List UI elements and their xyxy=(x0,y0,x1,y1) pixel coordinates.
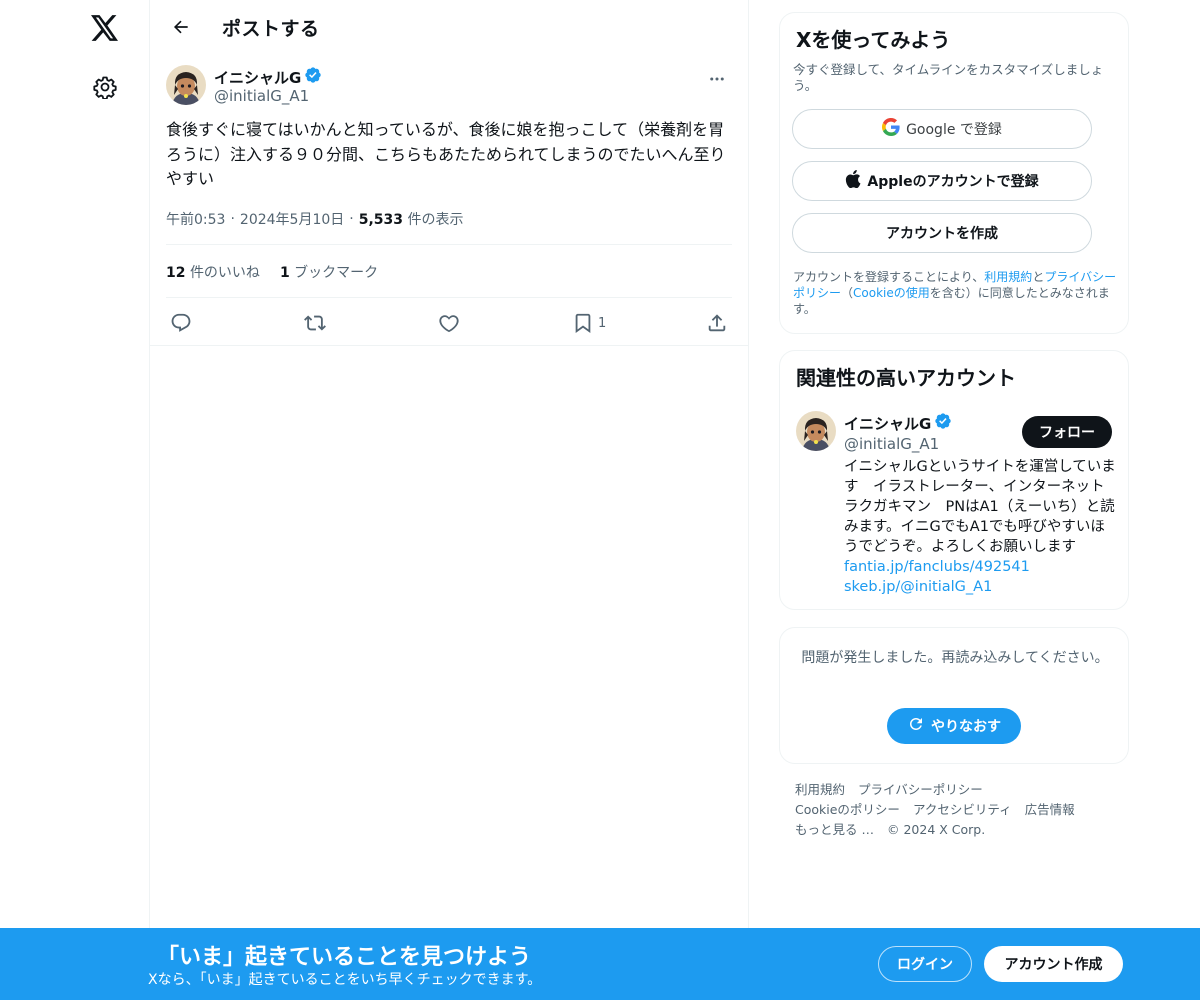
apple-icon xyxy=(845,170,861,192)
footer-copyright: © 2024 X Corp. xyxy=(886,822,986,837)
views-label: 件の表示 xyxy=(407,212,464,228)
bottom-bar-subtitle: Xなら、「いま」起きていることをいち早くチェックできます。 xyxy=(148,972,542,988)
post-meta: 午前0:53 · 2024年5月10日 · 5,533 件の表示 xyxy=(166,209,463,229)
post-text: 食後すぐに寝てはいかんと知っているが、食後に娘を抱っこして（栄養剤を胃ろうに）注… xyxy=(166,120,726,188)
signup-card-subtitle: 今すぐ登録して、タイムラインをカスタマイズしましょう。 xyxy=(793,62,1104,93)
create-account-label: アカウントを作成 xyxy=(886,226,998,242)
bio-text: イニシャルGというサイトを運営しています イラストレーター、インターネットラクガ… xyxy=(844,459,1116,555)
author-handle[interactable]: @initialG_A1 xyxy=(214,87,309,105)
retry-button[interactable]: やりなおす xyxy=(887,708,1021,744)
divider xyxy=(166,297,732,298)
likes-stat[interactable]: 12 件のいいね xyxy=(166,262,260,282)
related-accounts-card: 関連性の高いアカウント イニシャルG @initialG_A1 フォロー イニシ… xyxy=(779,350,1129,610)
post-actions: 1 xyxy=(166,306,732,340)
post: イニシャルG @initialG_A1 食後すぐに寝てはいかんと知っているが、食… xyxy=(150,54,748,346)
bookmarks-label: ブックマーク xyxy=(294,265,379,281)
reply-icon[interactable] xyxy=(170,306,192,340)
x-logo-icon[interactable] xyxy=(84,7,126,49)
bottom-bar-title: 「いま」起きていることを見つけよう xyxy=(157,945,532,970)
divider xyxy=(166,244,732,245)
footer-links: 利用規約 プライバシーポリシー Cookieのポリシー アクセシビリティ 広告情… xyxy=(795,780,1115,840)
arrow-left-icon[interactable] xyxy=(162,8,200,46)
author-name[interactable]: イニシャルG xyxy=(214,67,301,88)
page-title: ポストする xyxy=(222,18,320,40)
bottom-signup-bar: 「いま」起きていることを見つけよう Xなら、「いま」起きていることをいち早くチェ… xyxy=(0,928,1200,1000)
legal-text: （ xyxy=(841,286,854,300)
refresh-icon xyxy=(907,715,925,737)
likes-label: 件のいいね xyxy=(189,265,260,281)
avatar[interactable] xyxy=(166,65,206,105)
signup-card-title: Xを使ってみよう xyxy=(796,28,951,52)
post-time[interactable]: 午前0:53 xyxy=(166,209,225,229)
signup-button[interactable]: アカウント作成 xyxy=(984,946,1123,982)
verified-badge-icon xyxy=(934,412,952,434)
related-account-bio: イニシャルGというサイトを運営しています イラストレーター、インターネットラクガ… xyxy=(844,457,1116,597)
create-account-button[interactable]: アカウントを作成 xyxy=(792,213,1092,253)
separator: · xyxy=(230,211,235,227)
signup-card: Xを使ってみよう 今すぐ登録して、タイムラインをカスタマイズしましょう。 Goo… xyxy=(779,12,1129,334)
footer-terms-link[interactable]: 利用規約 xyxy=(795,780,845,800)
apple-signup-label: Appleのアカウントで登録 xyxy=(867,174,1039,190)
footer-more-link[interactable]: もっと見る … xyxy=(795,820,874,840)
fantia-link[interactable]: fantia.jp/fanclubs/492541 xyxy=(844,559,1030,575)
bookmark-icon[interactable]: 1 xyxy=(572,306,606,340)
more-horizontal-icon[interactable] xyxy=(700,62,734,96)
page-header: ポストする xyxy=(150,0,748,54)
related-card-title: 関連性の高いアカウント xyxy=(796,366,1016,390)
apple-signup-button[interactable]: Appleのアカウントで登録 xyxy=(792,161,1092,201)
google-signup-label: で登録 xyxy=(955,122,1002,138)
login-button[interactable]: ログイン xyxy=(878,946,972,982)
footer-ads-link[interactable]: 広告情報 xyxy=(1025,800,1075,820)
repost-icon[interactable] xyxy=(304,306,326,340)
cookie-link[interactable]: Cookieの使用 xyxy=(853,286,930,300)
verified-badge-icon xyxy=(304,66,322,88)
footer-accessibility-link[interactable]: アクセシビリティ xyxy=(913,800,1012,820)
google-signup-button[interactable]: Google で登録 xyxy=(792,109,1092,149)
post-date[interactable]: 2024年5月10日 xyxy=(240,209,344,229)
post-stats: 12 件のいいね 1 ブックマーク xyxy=(166,262,378,282)
retry-label: やりなおす xyxy=(931,719,1001,735)
avatar[interactable] xyxy=(796,411,836,451)
google-icon xyxy=(882,118,900,140)
footer-privacy-link[interactable]: プライバシーポリシー xyxy=(858,780,983,800)
legal-text: アカウントを登録することにより、 xyxy=(793,270,985,284)
skeb-link[interactable]: skeb.jp/@initialG_A1 xyxy=(844,579,992,595)
bookmark-count: 1 xyxy=(598,315,607,331)
signup-legal-text: アカウントを登録することにより、利用規約とプライバシーポリシー（Cookieの使… xyxy=(793,269,1119,317)
error-message: 問題が発生しました。再読み込みしてください。 xyxy=(801,650,1109,666)
author-row: イニシャルG xyxy=(214,66,322,88)
bookmarks-count: 1 xyxy=(279,265,290,281)
bookmarks-stat[interactable]: 1 ブックマーク xyxy=(280,262,378,282)
terms-link[interactable]: 利用規約 xyxy=(984,270,1032,284)
error-card: 問題が発生しました。再読み込みしてください。 やりなおす xyxy=(779,627,1129,764)
follow-button[interactable]: フォロー xyxy=(1022,416,1112,448)
main-column: ポストする イニシャルG @initialG_A1 食後すぐに寝てはいかんと知っ… xyxy=(149,0,749,1000)
related-account-handle[interactable]: @initialG_A1 xyxy=(844,435,939,453)
footer-cookie-link[interactable]: Cookieのポリシー xyxy=(795,800,900,820)
left-nav xyxy=(0,0,150,1000)
related-account-name[interactable]: イニシャルG xyxy=(844,413,931,434)
related-name-row: イニシャルG xyxy=(844,412,952,434)
legal-text: と xyxy=(1032,270,1045,284)
separator: · xyxy=(349,211,354,227)
share-icon[interactable] xyxy=(706,306,728,340)
gear-icon[interactable] xyxy=(84,66,126,108)
views-count: 5,533 xyxy=(358,212,404,228)
likes-count: 12 xyxy=(166,265,186,281)
heart-icon[interactable] xyxy=(438,306,460,340)
google-brand: Google xyxy=(906,122,956,138)
